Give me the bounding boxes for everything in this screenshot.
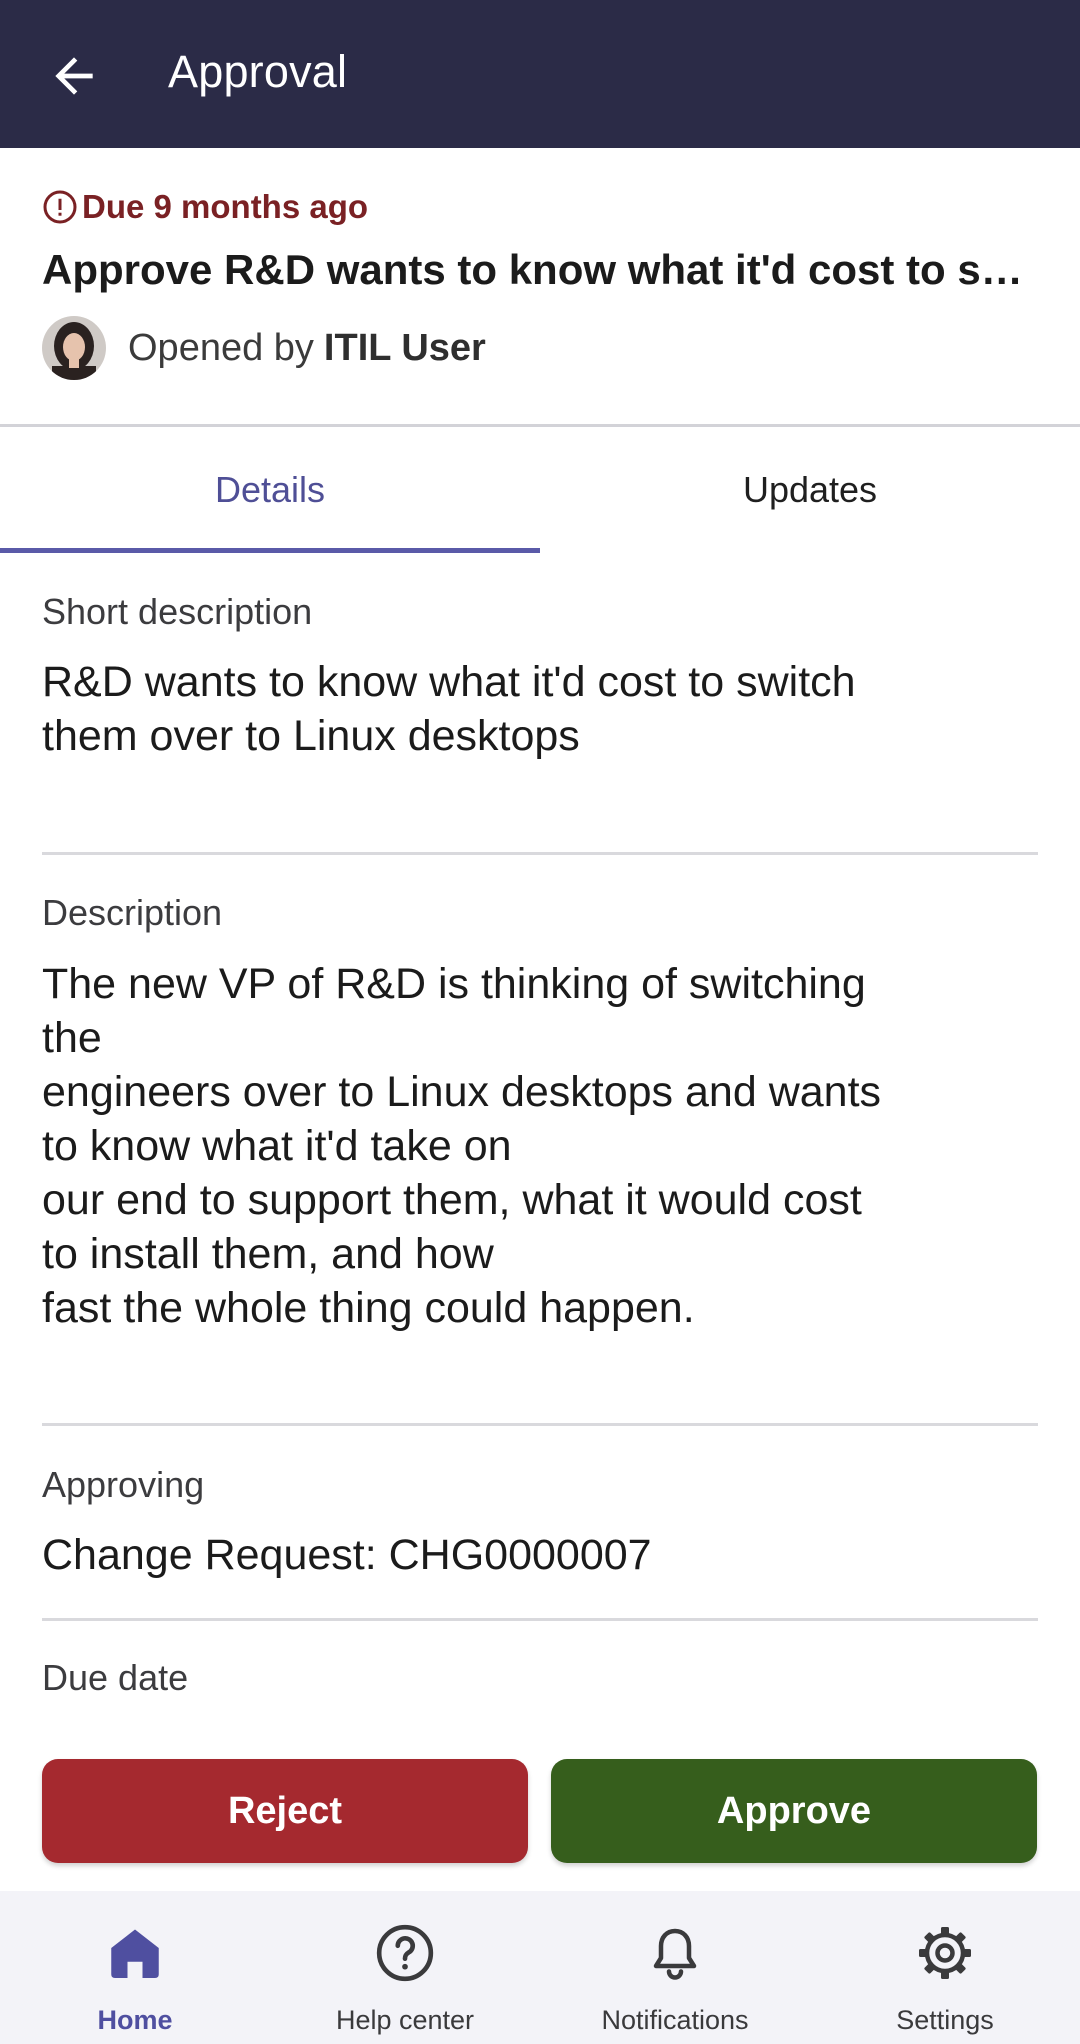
opened-by: Opened by ITIL User bbox=[42, 316, 486, 380]
divider bbox=[42, 852, 1038, 855]
tab-bar: Details Updates bbox=[0, 427, 1080, 553]
nav-notifications-label: Notifications bbox=[601, 2005, 749, 2035]
bottom-nav: Home Help center Notifications Settings bbox=[0, 1891, 1080, 2044]
nav-settings[interactable]: Settings bbox=[810, 1891, 1080, 2044]
help-circle-icon bbox=[376, 1924, 434, 1982]
description-label: Description bbox=[42, 892, 223, 933]
home-icon bbox=[111, 1929, 159, 1978]
nav-help-center-label: Help center bbox=[335, 2005, 475, 2035]
request-header: Due 9 months ago Approve R&D wants to kn… bbox=[0, 148, 1080, 424]
nav-home-label: Home bbox=[97, 2005, 173, 2035]
short-description-value: R&D wants to know what it'd cost to swit… bbox=[42, 658, 856, 760]
divider bbox=[42, 1618, 1038, 1621]
app-bar: Approval bbox=[0, 0, 1080, 148]
alert-circle-icon bbox=[43, 190, 77, 224]
opened-by-name: ITIL User bbox=[323, 326, 486, 369]
approve-button[interactable]: Approve bbox=[551, 1759, 1037, 1863]
nav-help-center[interactable]: Help center bbox=[270, 1891, 540, 2044]
due-status: Due 9 months ago bbox=[42, 188, 368, 226]
arrow-left-icon bbox=[55, 57, 93, 95]
bell-icon bbox=[653, 1928, 697, 1980]
approving-label: Approving bbox=[42, 1464, 205, 1505]
details-content[interactable]: Short description R&D wants to know what… bbox=[0, 553, 1080, 1729]
request-title: Approve R&D wants to know what it'd cost… bbox=[42, 246, 1042, 293]
short-description-label: Short description bbox=[42, 591, 313, 632]
opened-by-prefix: Opened by bbox=[128, 326, 314, 369]
nav-settings-label: Settings bbox=[896, 2005, 994, 2035]
reject-button[interactable]: Reject bbox=[42, 1759, 528, 1863]
back-button[interactable] bbox=[38, 40, 110, 112]
tab-details[interactable]: Details bbox=[0, 427, 540, 553]
page-title: Approval bbox=[168, 46, 348, 97]
gear-icon bbox=[919, 1927, 971, 1979]
due-text: Due 9 months ago bbox=[82, 188, 369, 225]
due-date-label: Due date bbox=[42, 1657, 189, 1698]
avatar bbox=[42, 316, 106, 380]
nav-home[interactable]: Home bbox=[0, 1891, 270, 2044]
action-bar: Reject Approve bbox=[0, 1729, 1080, 1891]
tab-updates[interactable]: Updates bbox=[540, 427, 1080, 553]
nav-notifications[interactable]: Notifications bbox=[540, 1891, 810, 2044]
divider bbox=[42, 1423, 1038, 1426]
approving-value: Change Request: CHG0000007 bbox=[42, 1531, 652, 1579]
description-value: The new VP of R&D is thinking of switchi… bbox=[42, 960, 882, 1332]
